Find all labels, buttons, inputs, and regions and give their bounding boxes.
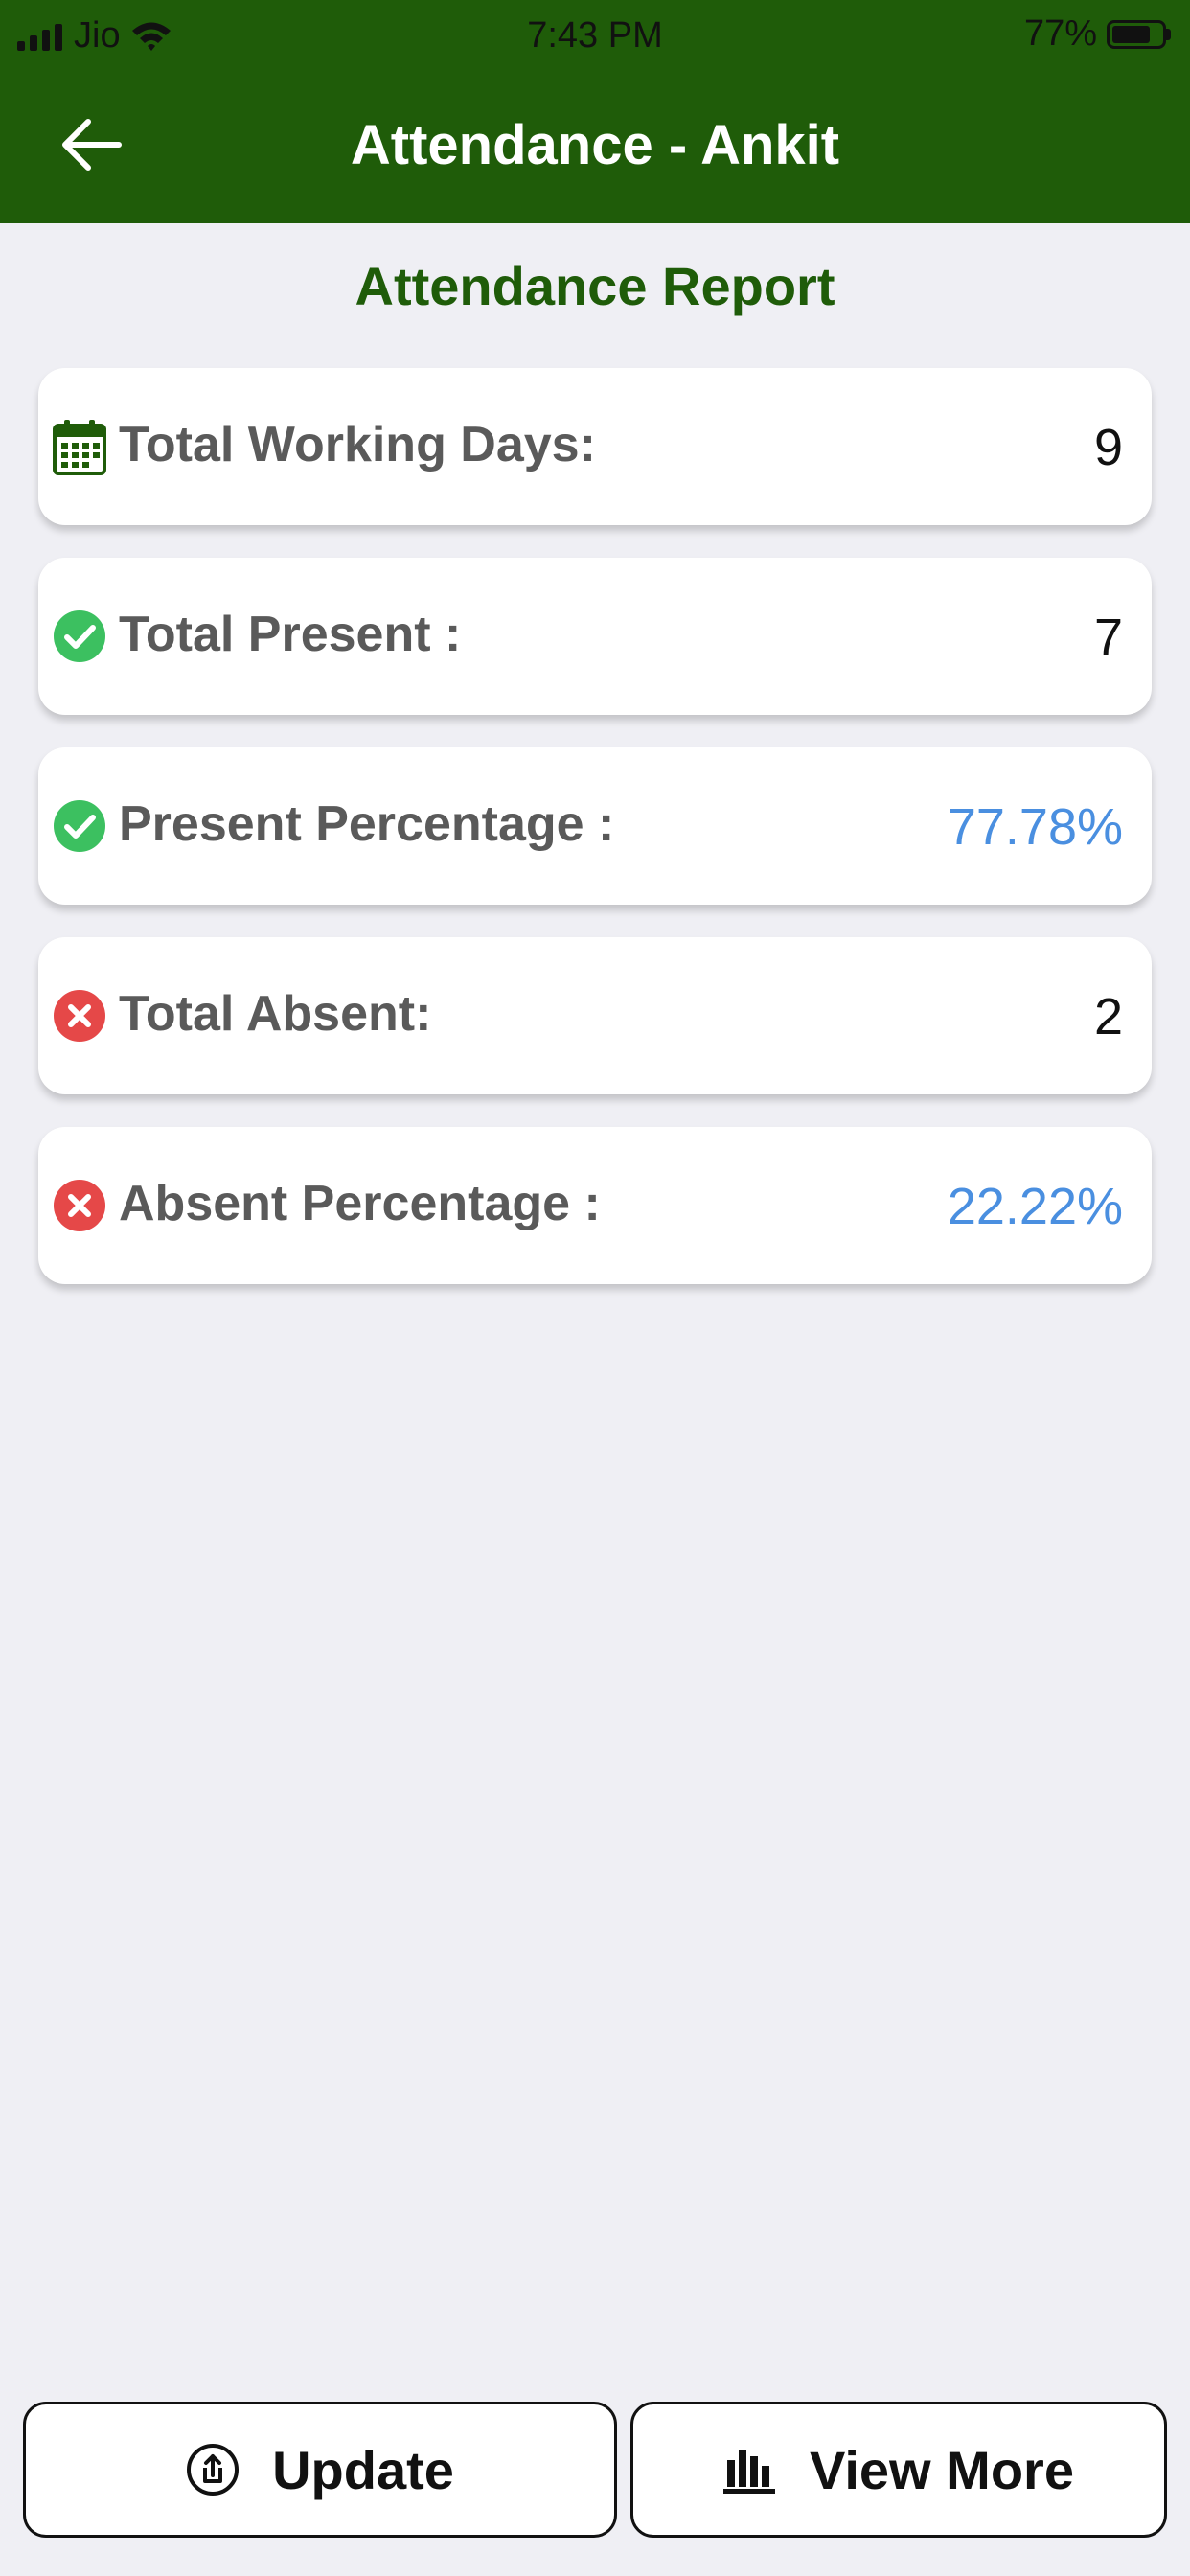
share-icon (187, 2444, 240, 2496)
stat-value: 9 (1093, 419, 1123, 476)
stat-label: Present Percentage : (119, 796, 615, 852)
view-more-button-label: View More (810, 2439, 1074, 2500)
view-more-button[interactable]: View More (630, 2402, 1167, 2538)
report-title: Attendance Report (355, 256, 835, 316)
update-button-label: Update (272, 2439, 454, 2500)
check-circle-icon (54, 610, 105, 662)
page-title: Attendance - Ankit (350, 114, 840, 176)
stat-value: 7 (1093, 609, 1123, 666)
status-time: 7:43 PM (527, 15, 663, 56)
x-circle-icon (54, 1180, 105, 1231)
stat-label: Total Working Days: (119, 417, 596, 472)
stat-card-absent-percentage: Absent Percentage : 22.22% (38, 1127, 1152, 1284)
x-circle-icon (54, 990, 105, 1042)
check-circle-icon (54, 800, 105, 852)
app-header: Jio 7:43 PM 77% Attendance - Ankit (0, 0, 1190, 223)
update-button[interactable]: Update (23, 2402, 617, 2538)
status-bar: Jio 7:43 PM 77% (0, 0, 1190, 73)
stat-label: Total Absent: (119, 986, 432, 1042)
battery-cap (1166, 28, 1171, 40)
battery-icon (1107, 19, 1166, 49)
stat-label: Total Present : (119, 607, 462, 662)
stat-value: 22.22% (947, 1178, 1123, 1235)
bar-chart-icon (723, 2450, 776, 2494)
stat-card-present-percentage: Present Percentage : 77.78% (38, 748, 1152, 905)
stat-value: 77.78% (947, 798, 1123, 856)
stat-label: Absent Percentage : (119, 1176, 601, 1231)
battery-fill (1112, 25, 1150, 43)
stat-card-total-present: Total Present : 7 (38, 558, 1152, 715)
stat-card-working-days: Total Working Days: 9 (38, 368, 1152, 525)
battery-percent: 77% (1023, 13, 1097, 54)
calendar-icon (53, 420, 106, 475)
stat-value: 2 (1093, 988, 1123, 1046)
stat-card-total-absent: Total Absent: 2 (38, 937, 1152, 1094)
battery-indicator: 77% (1024, 13, 1171, 55)
